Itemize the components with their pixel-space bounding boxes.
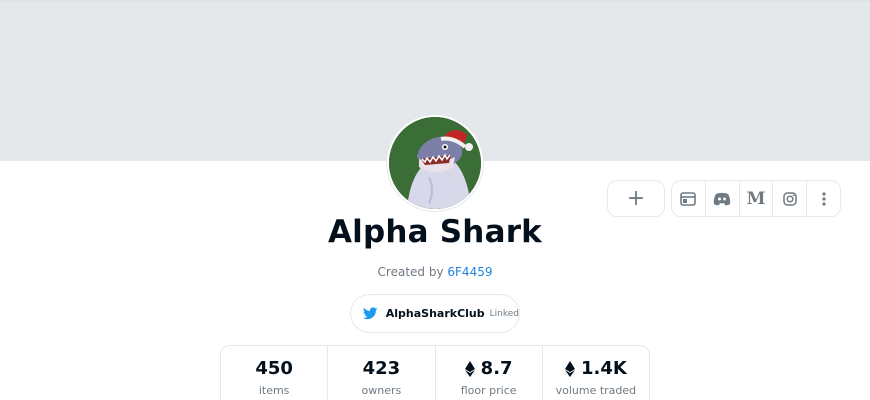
creator-link[interactable]: 6F4459: [447, 265, 492, 279]
collection-stats: 450 items 423 owners 8.7 floor price 1.4…: [220, 345, 650, 400]
more-options-button[interactable]: [807, 181, 840, 216]
stat-number: 450: [255, 358, 293, 379]
created-by-label: Created by: [377, 265, 444, 279]
collection-title: Alpha Shark: [327, 214, 542, 250]
collection-avatar: [387, 115, 483, 211]
linked-status: Linked: [489, 308, 519, 319]
discord-icon: [714, 192, 731, 205]
stat-owners[interactable]: 423 owners: [328, 346, 436, 400]
stat-number: 8.7: [480, 358, 513, 379]
add-to-watchlist-button[interactable]: +: [607, 180, 665, 217]
stat-value: 450: [221, 358, 327, 379]
stat-label: floor price: [460, 384, 517, 397]
medium-icon: M: [746, 188, 766, 209]
stat-value: 423: [328, 358, 434, 379]
stat-floor-price[interactable]: 8.7 floor price: [436, 346, 543, 400]
instagram-icon: [783, 191, 797, 206]
browser-window-icon: [680, 191, 697, 206]
stat-value: 1.4K: [543, 358, 649, 379]
website-button[interactable]: [672, 181, 706, 216]
twitter-linked-badge[interactable]: AlphaSharkClub Linked: [350, 294, 520, 333]
plus-icon: +: [626, 186, 646, 211]
stat-label: items: [258, 384, 290, 397]
shark-avatar-image: [389, 117, 481, 209]
stat-label: owners: [361, 384, 402, 397]
ethereum-icon: [464, 360, 475, 377]
twitter-bird-icon: [363, 307, 378, 320]
stat-value: 8.7: [436, 358, 542, 379]
medium-button[interactable]: M: [740, 181, 774, 216]
ethereum-icon: [564, 360, 575, 377]
instagram-button[interactable]: [773, 181, 808, 216]
social-links-bar: M: [671, 180, 841, 217]
more-vertical-icon: [821, 191, 826, 206]
twitter-handle: AlphaSharkClub: [385, 307, 485, 320]
stat-number: 423: [362, 358, 401, 379]
stat-items[interactable]: 450 items: [221, 346, 329, 400]
created-by-line: Created by 6F4459: [0, 265, 870, 279]
stat-number: 1.4K: [580, 358, 627, 379]
stat-volume-traded[interactable]: 1.4K volume traded: [543, 346, 649, 400]
discord-button[interactable]: [706, 181, 740, 216]
stat-label: volume traded: [555, 384, 637, 397]
